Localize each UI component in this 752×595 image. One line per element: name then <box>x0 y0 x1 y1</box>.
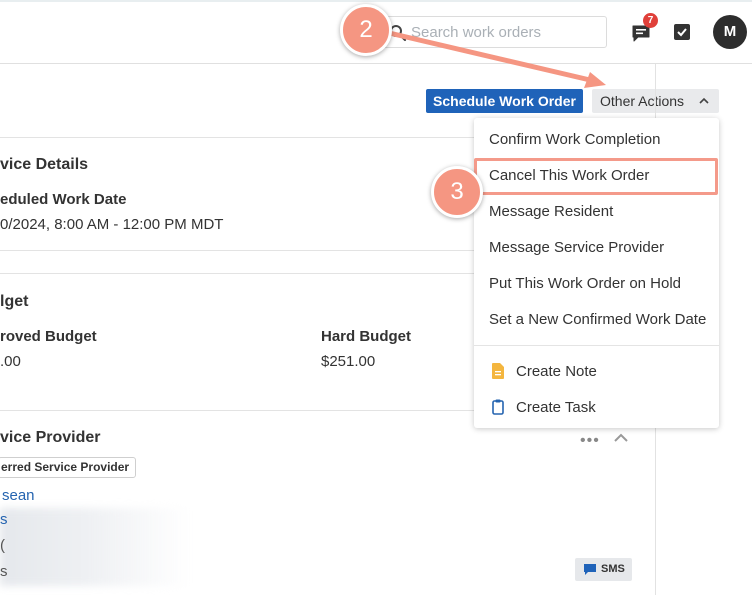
note-icon <box>492 363 504 379</box>
divider <box>0 273 474 274</box>
redacted-fragment: s <box>0 511 8 528</box>
search-input[interactable] <box>411 22 601 42</box>
sms-button[interactable]: SMS <box>575 558 632 581</box>
step-2-callout: 2 <box>340 4 392 56</box>
avatar[interactable]: M <box>713 15 747 49</box>
menu-item-put-on-hold[interactable]: Put This Work Order on Hold <box>489 275 681 292</box>
service-details-title: vice Details <box>0 156 89 173</box>
menu-item-confirm-completion[interactable]: Confirm Work Completion <box>489 131 660 148</box>
menu-item-message-service-provider[interactable]: Message Service Provider <box>489 239 664 256</box>
sms-label: SMS <box>601 563 625 575</box>
menu-item-set-new-date[interactable]: Set a New Confirmed Work Date <box>489 311 706 328</box>
clipboard-icon <box>492 399 504 415</box>
collapse-chevron-icon[interactable] <box>614 433 628 443</box>
schedule-work-order-button[interactable]: Schedule Work Order <box>426 89 583 113</box>
page: 7 M Schedule Work Order Other Actions vi… <box>0 0 752 595</box>
other-actions-label: Other Actions <box>600 93 685 109</box>
highlight-box <box>474 158 718 195</box>
budget-title: lget <box>0 293 29 310</box>
step-3-callout: 3 <box>431 166 483 218</box>
divider <box>0 250 474 251</box>
hard-budget-value: $251.00 <box>321 353 376 370</box>
menu-item-create-note[interactable]: Create Note <box>516 363 597 380</box>
redacted-fragment: s <box>0 563 8 580</box>
chevron-up-icon <box>699 97 709 104</box>
redacted-fragment: ( <box>0 537 5 554</box>
provider-name-link[interactable]: sean <box>2 487 35 504</box>
scheduled-work-date-label: eduled Work Date <box>0 191 127 208</box>
approved-budget-label: roved Budget <box>0 328 97 345</box>
menu-separator <box>474 345 719 346</box>
message-icon <box>584 564 596 575</box>
menu-item-message-resident[interactable]: Message Resident <box>489 203 613 220</box>
notification-badge: 7 <box>643 13 658 28</box>
menu-item-create-task[interactable]: Create Task <box>516 399 596 416</box>
hard-budget-label: Hard Budget <box>321 328 411 345</box>
service-provider-title: vice Provider <box>0 429 101 446</box>
tasks-checkbox-icon[interactable] <box>672 22 692 42</box>
search-box[interactable] <box>380 16 607 48</box>
divider <box>0 137 474 138</box>
redacted-contact-info <box>0 508 190 586</box>
scheduled-work-date-value: 0/2024, 8:00 AM - 12:00 PM MDT <box>0 216 224 233</box>
more-options-icon[interactable]: ••• <box>580 432 600 450</box>
approved-budget-value: .00 <box>0 353 21 370</box>
top-accent-line <box>0 0 752 2</box>
preferred-provider-tag: erred Service Provider <box>0 457 137 478</box>
